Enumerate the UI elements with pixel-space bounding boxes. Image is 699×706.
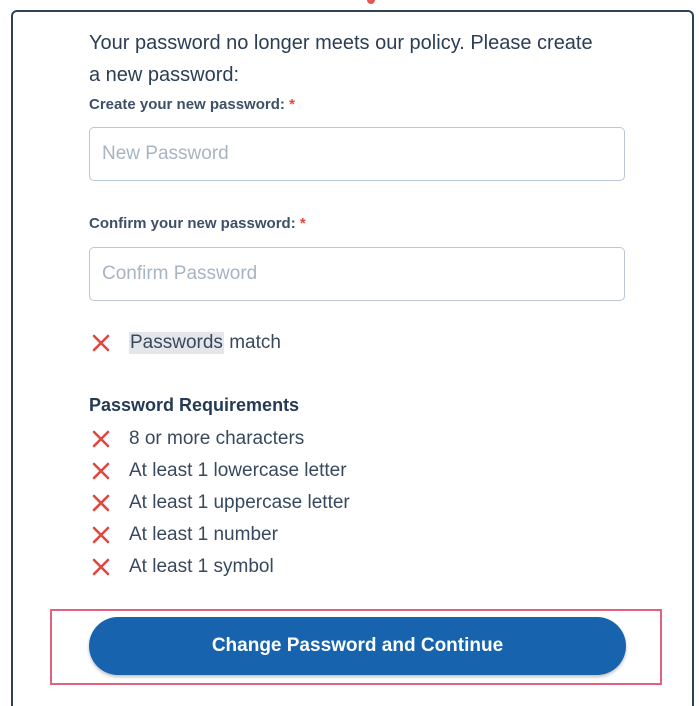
change-password-continue-button[interactable]: Change Password and Continue xyxy=(89,617,626,675)
confirm-password-label-text: Confirm your new password: xyxy=(89,215,296,232)
top-indicator-mark xyxy=(367,0,375,4)
x-icon xyxy=(92,526,110,544)
new-password-label: Create your new password: * xyxy=(89,96,295,113)
new-password-label-text: Create your new password: xyxy=(89,96,285,113)
confirm-password-input[interactable] xyxy=(89,247,625,301)
requirement-label: 8 or more characters xyxy=(129,428,305,449)
requirement-item: At least 1 uppercase letter xyxy=(92,490,350,516)
match-label-rest: match xyxy=(223,332,281,353)
requirement-item: At least 1 symbol xyxy=(92,554,274,580)
requirement-item: 8 or more characters xyxy=(92,426,304,452)
x-icon xyxy=(92,430,110,448)
requirement-label: At least 1 symbol xyxy=(129,556,274,577)
new-password-input[interactable] xyxy=(89,127,625,181)
x-icon xyxy=(92,334,110,352)
passwords-highlighted-word: Passwords xyxy=(129,332,224,354)
required-marker: * xyxy=(289,96,295,113)
password-update-page: Your password no longer meets our policy… xyxy=(0,0,699,706)
policy-message: Your password no longer meets our policy… xyxy=(89,32,593,86)
required-marker: * xyxy=(299,215,306,232)
requirement-label: At least 1 lowercase letter xyxy=(129,460,347,481)
password-requirements-heading: Password Requirements xyxy=(89,395,300,415)
x-icon xyxy=(92,558,110,576)
requirement-item: At least 1 number xyxy=(92,522,278,548)
confirm-password-label: Confirm your new password: * xyxy=(89,215,306,232)
x-icon xyxy=(92,462,110,480)
requirement-label: At least 1 number xyxy=(129,524,278,545)
requirement-label: At least 1 uppercase letter xyxy=(129,492,350,513)
x-icon xyxy=(92,494,110,512)
password-form-card xyxy=(11,10,694,706)
requirement-item: At least 1 lowercase letter xyxy=(92,458,347,484)
passwords-match-check: Passwords match xyxy=(92,330,281,356)
